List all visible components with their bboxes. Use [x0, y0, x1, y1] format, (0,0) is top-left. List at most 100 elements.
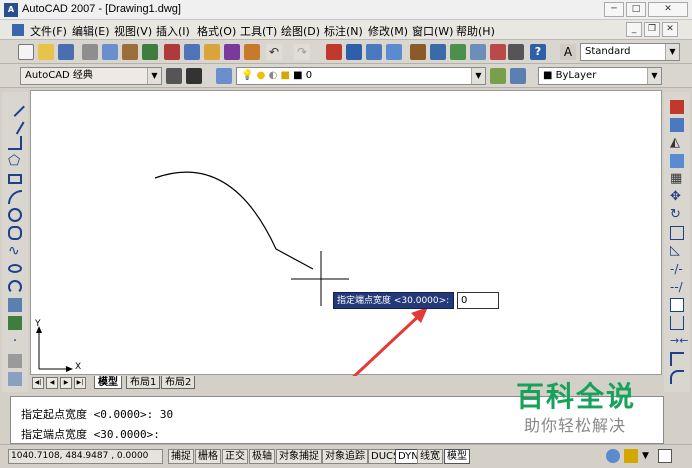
workspace-settings-icon[interactable]	[166, 68, 182, 84]
menu-draw[interactable]: 绘图(D)	[281, 23, 320, 39]
chamfer-icon[interactable]	[670, 352, 684, 366]
tab-layout2[interactable]: 布局2	[161, 376, 196, 389]
menu-edit[interactable]: 编辑(E)	[72, 23, 110, 39]
otrack-toggle[interactable]: 对象追踪	[322, 449, 368, 464]
osnap-toggle[interactable]: 对象捕捉	[276, 449, 322, 464]
cut-icon[interactable]	[164, 44, 180, 60]
polyline-icon[interactable]	[8, 136, 22, 150]
workspace-save-icon[interactable]	[186, 68, 202, 84]
minimize-button[interactable]: ─	[604, 2, 624, 17]
calculator-icon[interactable]	[508, 44, 524, 60]
color-dropdown[interactable]: ■ ByLayer ▼	[538, 67, 662, 85]
paste-icon[interactable]	[204, 44, 220, 60]
doc-restore-button[interactable]: ❐	[644, 22, 660, 37]
print-icon[interactable]	[82, 44, 98, 60]
prev-tab-icon[interactable]: ◀	[46, 377, 58, 389]
pan-icon[interactable]	[326, 44, 342, 60]
line-icon[interactable]	[5, 97, 25, 117]
sheet-set-icon[interactable]	[470, 44, 486, 60]
communication-icon[interactable]	[606, 449, 620, 463]
menu-help[interactable]: 帮助(H)	[456, 23, 495, 39]
ortho-toggle[interactable]: 正交	[222, 449, 248, 464]
dynamic-input-field[interactable]: 0	[457, 292, 499, 309]
make-block-icon[interactable]	[8, 316, 22, 330]
last-tab-icon[interactable]: ▶|	[74, 377, 86, 389]
circle-icon[interactable]	[8, 208, 22, 222]
copy-icon[interactable]	[184, 44, 200, 60]
erase-icon[interactable]	[670, 100, 684, 114]
layer-manager-icon[interactable]	[216, 68, 232, 84]
polygon-icon[interactable]: ⬠	[8, 154, 22, 168]
stretch-icon[interactable]: ◺	[670, 244, 684, 258]
join-icon[interactable]: →←	[670, 334, 688, 348]
zoom-previous-icon[interactable]	[386, 44, 402, 60]
copy-object-icon[interactable]	[670, 118, 684, 132]
break-icon[interactable]	[670, 316, 684, 330]
new-icon[interactable]	[18, 44, 34, 60]
design-center-icon[interactable]	[430, 44, 446, 60]
fillet-icon[interactable]	[670, 370, 684, 384]
scale-icon[interactable]	[670, 226, 684, 240]
open-icon[interactable]	[38, 44, 54, 60]
spline-icon[interactable]: ∿	[8, 244, 22, 258]
undo-icon[interactable]: ↶	[266, 44, 282, 60]
tool-palettes-icon[interactable]	[450, 44, 466, 60]
maximize-button[interactable]: □	[626, 2, 646, 17]
first-tab-icon[interactable]: ◀|	[32, 377, 44, 389]
construction-line-icon[interactable]	[5, 115, 25, 135]
gradient-icon[interactable]	[8, 372, 22, 386]
rotate-icon[interactable]: ↻	[670, 208, 684, 222]
insert-block-icon[interactable]	[8, 298, 22, 312]
arc-icon[interactable]	[8, 190, 22, 204]
save-icon[interactable]	[58, 44, 74, 60]
menu-tools[interactable]: 工具(T)	[240, 23, 277, 39]
lock-toolbar-icon[interactable]	[624, 449, 638, 463]
properties-icon[interactable]	[410, 44, 426, 60]
plot-icon[interactable]	[142, 44, 158, 60]
polar-toggle[interactable]: 极轴	[249, 449, 275, 464]
break-at-point-icon[interactable]	[670, 298, 684, 312]
menu-file[interactable]: 文件(F)	[30, 23, 67, 39]
make-current-layer-icon[interactable]	[490, 68, 506, 84]
rectangle-icon[interactable]	[8, 174, 22, 184]
mirror-icon[interactable]: ◭	[670, 136, 684, 150]
lineweight-toggle[interactable]: 线宽	[417, 449, 443, 464]
tab-model[interactable]: 模型	[94, 376, 122, 389]
ellipse-icon[interactable]	[8, 264, 22, 273]
offset-icon[interactable]	[670, 154, 684, 168]
menu-format[interactable]: 格式(O)	[197, 23, 236, 39]
extend-icon[interactable]: --/	[670, 280, 684, 294]
text-style-dropdown[interactable]: Standard ▼	[580, 43, 680, 61]
workspace-dropdown[interactable]: AutoCAD 经典 ▼	[20, 67, 162, 85]
tab-layout1[interactable]: 布局1	[126, 376, 161, 389]
menu-dimension[interactable]: 标注(N)	[324, 23, 363, 39]
model-toggle[interactable]: 模型	[444, 449, 470, 464]
zoom-realtime-icon[interactable]	[346, 44, 362, 60]
block-editor-icon[interactable]	[244, 44, 260, 60]
revision-cloud-icon[interactable]	[8, 226, 22, 240]
menu-view[interactable]: 视图(V)	[114, 23, 152, 39]
clean-screen-icon[interactable]	[658, 449, 672, 463]
snap-toggle[interactable]: 捕捉	[168, 449, 194, 464]
ellipse-arc-icon[interactable]	[8, 280, 22, 294]
point-icon[interactable]: ·	[8, 334, 22, 348]
grid-toggle[interactable]: 栅格	[195, 449, 221, 464]
help-icon[interactable]: ?	[530, 44, 546, 60]
menu-window[interactable]: 窗口(W)	[412, 23, 453, 39]
print-preview-icon[interactable]	[102, 44, 118, 60]
redo-icon[interactable]: ↷	[294, 44, 310, 60]
drawing-canvas[interactable]: Y X	[30, 90, 662, 376]
publish-icon[interactable]	[122, 44, 138, 60]
hatch-icon[interactable]	[8, 354, 22, 368]
move-icon[interactable]: ✥	[670, 190, 684, 204]
layer-dropdown[interactable]: 💡 ● ◐ ■ ■ 0 ▼	[236, 67, 486, 85]
match-properties-icon[interactable]	[224, 44, 240, 60]
array-icon[interactable]: ▦	[670, 172, 684, 186]
next-tab-icon[interactable]: ▶	[60, 377, 72, 389]
zoom-window-icon[interactable]	[366, 44, 382, 60]
layer-previous-icon[interactable]	[510, 68, 526, 84]
menu-modify[interactable]: 修改(M)	[368, 23, 408, 39]
close-button[interactable]: ✕	[648, 2, 688, 17]
trim-icon[interactable]: -/-	[670, 262, 684, 276]
doc-close-button[interactable]: ✕	[662, 22, 678, 37]
